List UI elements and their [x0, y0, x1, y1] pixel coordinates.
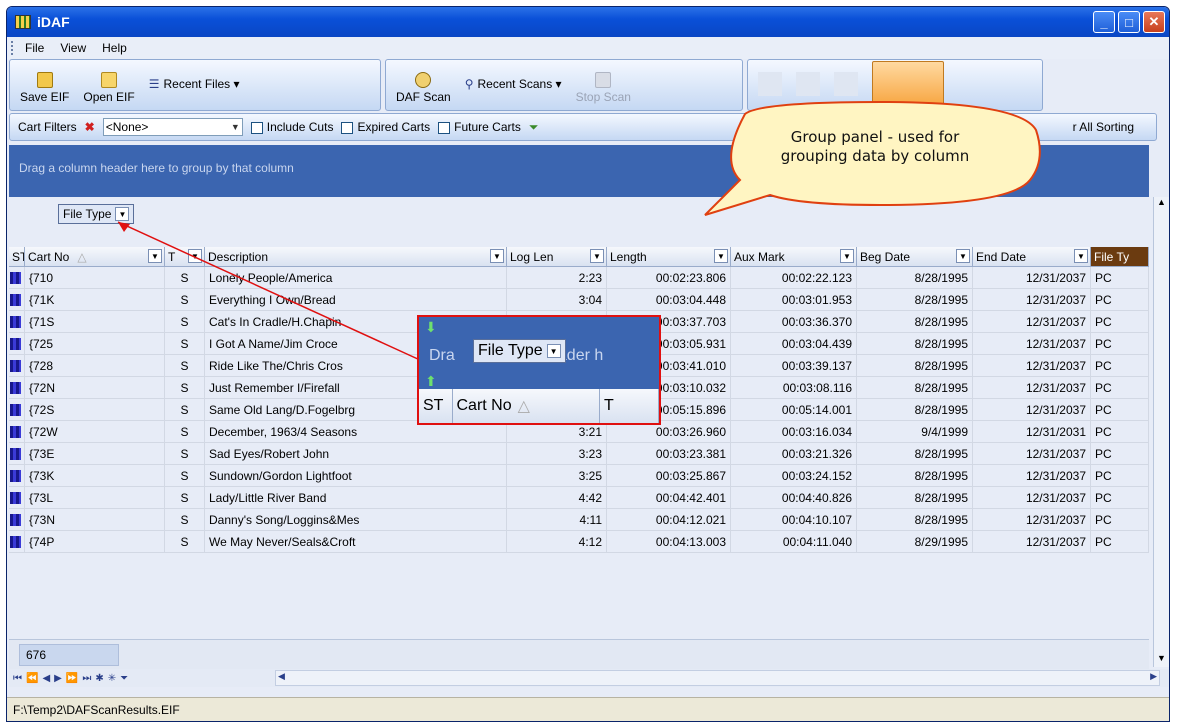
- zoom-hint-left: Dra: [429, 347, 455, 364]
- zoom-inset: ⬇ Dra eader h File Type ▼ ⬆ ST Cart No △ T: [417, 315, 661, 425]
- drop-marker-icon-2: ⬆: [425, 373, 437, 389]
- drop-marker-icon: ⬇: [425, 319, 437, 335]
- drag-arrow: [117, 221, 421, 361]
- callout-text: Group panel - used for grouping data by …: [780, 128, 970, 165]
- zoom-chip: File Type ▼: [473, 339, 566, 363]
- zoom-header: ST Cart No △ T: [419, 389, 659, 423]
